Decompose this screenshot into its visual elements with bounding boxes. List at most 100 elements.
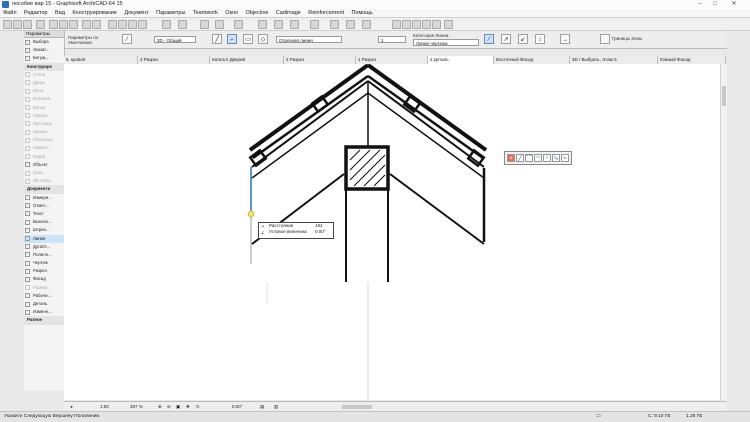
- arrow-both-icon[interactable]: ↕: [535, 34, 545, 44]
- paste-icon[interactable]: [69, 20, 78, 29]
- menu-teamwork[interactable]: Teamwork: [190, 9, 221, 17]
- zone-border-checkbox[interactable]: [600, 34, 610, 44]
- group-more[interactable]: Разное: [24, 316, 64, 325]
- layer-combination-icon[interactable]: ▤: [260, 404, 264, 410]
- guide-icon[interactable]: [215, 20, 224, 29]
- rotation-angle-value[interactable]: 0.00°: [232, 404, 243, 409]
- menu-window[interactable]: Окно: [222, 9, 241, 17]
- objective-icon[interactable]: [412, 20, 421, 29]
- grid-icon[interactable]: [200, 20, 209, 29]
- tab-door-catalog[interactable]: Каталог Дверей: [210, 56, 284, 64]
- tool-door[interactable]: Дверь: [24, 79, 64, 87]
- new-file-icon[interactable]: [3, 20, 12, 29]
- tool-roof[interactable]: Крыша: [24, 128, 64, 136]
- menu-file[interactable]: Файл: [0, 9, 20, 17]
- tool-line[interactable]: Линия: [24, 234, 64, 243]
- trace-icon[interactable]: [258, 20, 267, 29]
- tracker-angle-value[interactable]: 0.00°: [315, 229, 326, 235]
- tool-morph[interactable]: Морф: [24, 153, 64, 161]
- zoom-in-small-icon[interactable]: ⊕: [158, 404, 162, 410]
- tab-section-3[interactable]: 3 Разрез: [138, 56, 210, 64]
- tool-window[interactable]: Окно: [24, 87, 64, 95]
- pan-small-icon[interactable]: ✥: [186, 404, 190, 410]
- pet-line-segment-icon[interactable]: ╱: [516, 154, 524, 162]
- pan-icon[interactable]: [128, 20, 137, 29]
- tool-fill[interactable]: Штрих...: [24, 226, 64, 234]
- menu-objective[interactable]: Objective: [242, 9, 271, 17]
- single-line-icon[interactable]: ╱: [212, 34, 222, 44]
- minimize-button[interactable]: –: [693, 0, 707, 9]
- layer-icon[interactable]: [234, 20, 243, 29]
- tool-wall[interactable]: Стена: [24, 71, 64, 79]
- menu-edit[interactable]: Редактор: [21, 9, 51, 17]
- tool-marquee[interactable]: Бегущ...: [24, 54, 64, 62]
- model-view-options-icon[interactable]: ▥: [274, 404, 278, 410]
- pet-centerpoint-arc-icon[interactable]: ◜: [543, 154, 551, 162]
- line-tool-icon[interactable]: ⁄: [122, 34, 132, 44]
- undo-icon[interactable]: [82, 20, 91, 29]
- tab-detail-2[interactable]: 2 Деталь: [428, 56, 494, 64]
- tab-section-1[interactable]: 1 Разрез: [356, 56, 428, 64]
- library-icon[interactable]: [346, 20, 355, 29]
- tool-level-dimension[interactable]: Отмет...: [24, 202, 64, 210]
- tool-beam[interactable]: Балка: [24, 104, 64, 112]
- redo-icon[interactable]: [92, 20, 101, 29]
- menu-view[interactable]: Вид: [52, 9, 68, 17]
- geometry-method-icon[interactable]: ⁄: [484, 34, 494, 44]
- menu-reinforcement[interactable]: Reinforcement: [305, 9, 347, 17]
- render-icon[interactable]: [362, 20, 371, 29]
- tool-mesh[interactable]: 3D-сетка: [24, 177, 64, 185]
- pet-arc-icon[interactable]: ◠: [534, 154, 542, 162]
- tool-zone[interactable]: Зона: [24, 169, 64, 177]
- horizontal-scroll-thumb[interactable]: [342, 405, 372, 409]
- pet-spline-icon[interactable]: ∿: [552, 154, 560, 162]
- pointer-icon[interactable]: [162, 20, 171, 29]
- cadimage-icon[interactable]: [422, 20, 431, 29]
- zoom-out-small-icon[interactable]: ⊖: [167, 404, 171, 410]
- tool-label[interactable]: Выноск...: [24, 218, 64, 226]
- maximize-button[interactable]: □: [708, 0, 722, 9]
- group-design[interactable]: Конструиро: [24, 62, 64, 71]
- tool-curtain-wall[interactable]: Навесн...: [24, 144, 64, 152]
- vertical-scrollbar[interactable]: [720, 64, 727, 400]
- tool-drawing[interactable]: Чертеж: [24, 259, 64, 267]
- close-button[interactable]: ✕: [723, 0, 745, 9]
- tool-shell[interactable]: Оболочка: [24, 136, 64, 144]
- tool-arc[interactable]: Дуга/О...: [24, 243, 64, 251]
- line-category-select[interactable]: Линии чертежа: [413, 39, 479, 46]
- tool-worksheet[interactable]: Рабочи...: [24, 292, 64, 300]
- zoom-in-icon[interactable]: [108, 20, 117, 29]
- pet-cancel-icon[interactable]: ×: [507, 154, 515, 162]
- pet-freehand-icon[interactable]: ≈: [561, 154, 569, 162]
- undo-zoom-icon[interactable]: ◂: [70, 404, 72, 410]
- rectangle-line-icon[interactable]: ▭: [243, 34, 253, 44]
- tool-interior-elevation[interactable]: Развер...: [24, 284, 64, 292]
- menu-design[interactable]: Конструирование: [69, 9, 120, 17]
- tool-select[interactable]: Выбора: [24, 38, 64, 46]
- save-icon[interactable]: [23, 20, 32, 29]
- menu-document[interactable]: Документ: [121, 9, 151, 17]
- tool-text[interactable]: Текст: [24, 210, 64, 218]
- fit-window-icon[interactable]: [138, 20, 147, 29]
- polyline-icon[interactable]: ⌐: [227, 34, 237, 44]
- menu-cadimage[interactable]: Cadimage: [273, 9, 304, 17]
- send-receive-icon[interactable]: [402, 20, 411, 29]
- pen-number-field[interactable]: 1: [378, 36, 406, 43]
- cut-icon[interactable]: [49, 20, 58, 29]
- tool-dimension[interactable]: Измери...: [24, 194, 64, 202]
- line-type-select[interactable]: Отрезная линия: [276, 36, 342, 43]
- tool-pointer[interactable]: Указат...: [24, 46, 64, 54]
- group-document[interactable]: Документи: [24, 185, 64, 194]
- orbit-icon[interactable]: ↻: [196, 404, 200, 410]
- tool-detail[interactable]: Деталь: [24, 300, 64, 308]
- reinforcement-icon[interactable]: [432, 20, 441, 29]
- publish-icon[interactable]: [330, 20, 339, 29]
- tool-column[interactable]: Колонна: [24, 95, 64, 103]
- scale-value[interactable]: 1:50: [100, 404, 109, 409]
- drawing-canvas[interactable]: [64, 63, 720, 400]
- tool-change[interactable]: Измене...: [24, 308, 64, 316]
- layer-select[interactable]: 3D - Общий: [154, 36, 196, 43]
- tool-slab[interactable]: Перекр.: [24, 112, 64, 120]
- tab-roof-plan[interactable]: 5. кровля: [64, 56, 138, 64]
- section-icon[interactable]: [310, 20, 319, 29]
